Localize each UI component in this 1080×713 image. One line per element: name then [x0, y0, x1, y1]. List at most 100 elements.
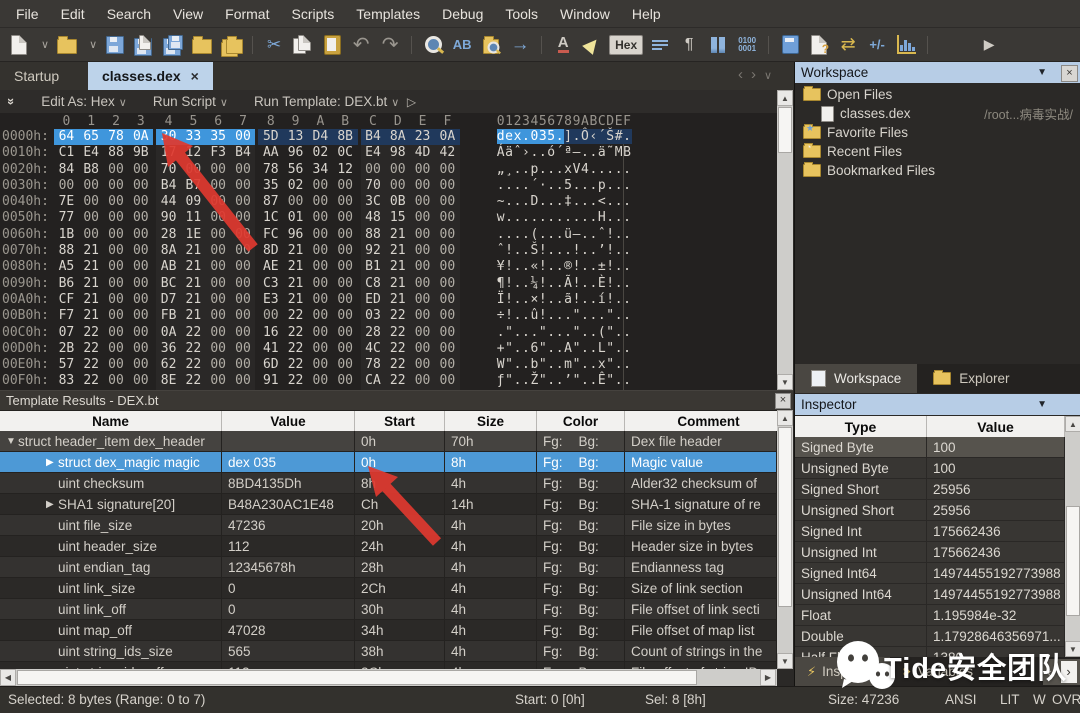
hex-byte[interactable]: 00	[333, 227, 358, 243]
hex-byte[interactable]: 00	[434, 243, 460, 260]
hex-byte[interactable]: 00	[128, 373, 153, 389]
panel-nav-controls[interactable]: ‹ ›	[1043, 659, 1080, 685]
hex-byte[interactable]: B4	[156, 177, 181, 195]
calculator-button[interactable]	[779, 34, 801, 56]
histogram-button[interactable]	[895, 34, 917, 56]
template-row[interactable]: uint string_ids_size 565 38h 4h Fg: Bg: Count …	[0, 641, 777, 662]
inspector-vscroll-thumb[interactable]	[1066, 506, 1080, 616]
hex-byte[interactable]: CF	[54, 292, 79, 308]
highlight-button[interactable]	[581, 34, 603, 56]
template-row[interactable]: ▼ struct header_item dex_header 0h 70h Fg: Bg…	[0, 431, 777, 452]
template-row[interactable]: ▶ struct dex_magic magic dex 035 0h 8h Fg: Bg:…	[0, 452, 777, 473]
hex-byte[interactable]: 0C	[333, 145, 358, 161]
hex-byte[interactable]: 00	[230, 177, 256, 195]
hex-byte[interactable]: 00	[128, 210, 153, 226]
tab-inspector[interactable]: ⚡ Inspector	[795, 657, 890, 686]
hex-row[interactable]: 00E0h: 57 22 00 00 62 22 00 00 6D 22 00 00 78 22 00 00 W"…	[0, 357, 631, 374]
workspace-item-recent-files[interactable]: ◔ Recent Files	[795, 142, 1080, 161]
hex-byte[interactable]: 00	[308, 341, 333, 357]
hex-row[interactable]: 00F0h: 83 22 00 00 8E 22 00 00 91 22 00 00 CA 22 00 00 ƒ"…	[0, 373, 631, 390]
hex-byte[interactable]: 0A	[434, 129, 460, 146]
template-vscrollbar[interactable]: ▲ ▼	[777, 410, 793, 669]
scroll-left-icon[interactable]: ◀	[0, 669, 16, 686]
hex-byte[interactable]: 6D	[258, 357, 283, 373]
hex-byte[interactable]: AE	[258, 259, 283, 275]
hex-byte[interactable]: 28	[156, 226, 181, 244]
hex-row[interactable]: 0000h: 64 65 78 0A 30 33 35 00 5D 13 D4 8B B4 8A 23 0A de…	[0, 129, 632, 146]
hex-byte[interactable]: 35	[205, 129, 231, 146]
hex-byte[interactable]: E4	[79, 145, 104, 161]
find-button[interactable]	[422, 34, 444, 56]
hex-byte[interactable]: 00	[308, 243, 333, 259]
template-col-color[interactable]: Color	[537, 411, 625, 432]
inspector-row[interactable]: Signed Int64 14974455192773988	[795, 563, 1065, 584]
menu-help[interactable]: Help	[622, 3, 671, 25]
hex-byte[interactable]: 00	[434, 259, 460, 276]
hex-byte[interactable]: 22	[180, 324, 206, 341]
hex-byte[interactable]: 34	[308, 162, 333, 178]
hex-byte[interactable]: 00	[104, 325, 129, 341]
hex-byte[interactable]: 00	[230, 324, 256, 341]
hex-byte[interactable]: 02	[308, 145, 333, 161]
hex-byte[interactable]: 00	[104, 194, 129, 210]
menu-tools[interactable]: Tools	[495, 3, 548, 25]
hex-row[interactable]: 0010h: C1 E4 88 9B 17 12 F3 B4 AA 96 02 0C E4 98 4D 42 Áä…	[0, 145, 631, 162]
template-col-start[interactable]: Start	[355, 411, 445, 432]
hex-byte[interactable]: 22	[385, 373, 411, 390]
hex-byte[interactable]: 21	[79, 308, 104, 324]
hex-mode-toggle[interactable]: Hex	[609, 34, 644, 56]
hex-byte[interactable]: 00	[230, 243, 256, 260]
hex-grid[interactable]: 0000h: 64 65 78 0A 30 33 35 00 5D 13 D4 8B B4 8A 23 0A de…	[0, 129, 632, 390]
hex-row[interactable]: 00D0h: 2B 22 00 00 36 22 00 00 41 22 00 00 4C 22 00 00 +"…	[0, 340, 631, 358]
template-cell-color[interactable]: Fg: Bg:	[537, 641, 625, 662]
inspector-row[interactable]: Unsigned Byte 100	[795, 458, 1065, 479]
hex-byte[interactable]: 00	[128, 292, 153, 308]
hex-byte[interactable]: 56	[283, 162, 308, 178]
hex-byte[interactable]: 22	[79, 325, 104, 341]
hex-byte[interactable]: 00	[230, 210, 256, 227]
hex-byte[interactable]: 77	[54, 210, 79, 226]
template-row[interactable]: uint map_off 47028 34h 4h Fg: Bg: File offset …	[0, 620, 777, 641]
hex-byte[interactable]: 00	[434, 373, 460, 390]
hex-byte[interactable]: 00	[230, 226, 256, 244]
template-cell-color[interactable]: Fg: Bg:	[537, 599, 625, 620]
hex-byte[interactable]: 00	[104, 259, 129, 275]
hex-ascii-text[interactable]: ˆ!..Š!...!..’!..	[497, 243, 631, 260]
hex-byte[interactable]: 22	[180, 357, 206, 374]
hex-byte[interactable]: 00	[333, 210, 358, 226]
hex-byte[interactable]: 22	[283, 341, 308, 357]
scroll-down-icon[interactable]: ▼	[1065, 641, 1080, 657]
hex-row[interactable]: 00B0h: F7 21 00 00 FB 21 00 00 00 22 00 00 03 22 00 00 ÷!…	[0, 308, 631, 325]
hex-byte[interactable]: 00	[205, 340, 231, 358]
hex-byte[interactable]: 00	[308, 308, 333, 324]
template-cell-color[interactable]: Fg: Bg:	[537, 536, 625, 557]
word-wrap-button[interactable]	[649, 34, 671, 56]
hex-byte[interactable]: D4	[307, 129, 333, 146]
hex-byte[interactable]: E3	[258, 292, 283, 308]
hex-byte[interactable]: 21	[180, 243, 206, 260]
hex-byte[interactable]: 00	[128, 162, 153, 178]
hex-byte[interactable]: 88	[104, 145, 129, 161]
status-overwrite[interactable]: OVR	[1052, 692, 1080, 707]
hex-byte[interactable]: 21	[283, 243, 308, 259]
hex-byte[interactable]: 00	[128, 259, 153, 275]
hex-byte[interactable]: 12	[180, 145, 206, 162]
hex-byte[interactable]: 8D	[258, 243, 283, 259]
inspector-col-type[interactable]: Type	[795, 416, 927, 437]
columns-button[interactable]	[707, 34, 729, 56]
hex-byte[interactable]: 00	[308, 259, 333, 275]
hex-byte[interactable]: C8	[360, 275, 386, 292]
hex-byte[interactable]: D7	[156, 291, 181, 309]
hex-byte[interactable]: 15	[385, 210, 411, 227]
template-cell-color[interactable]: Fg: Bg:	[537, 578, 625, 599]
hex-byte[interactable]: 01	[283, 210, 308, 226]
font-button[interactable]: A	[552, 34, 574, 56]
hex-vscrollbar[interactable]: ▲ ▼	[777, 90, 793, 390]
hex-byte[interactable]: 00	[128, 276, 153, 292]
hex-byte[interactable]: 84	[54, 162, 79, 178]
hex-byte[interactable]: 00	[104, 178, 129, 194]
new-dropdown-icon[interactable]: ∨	[41, 38, 49, 51]
paste-button[interactable]	[321, 34, 343, 56]
hex-byte[interactable]: 00	[360, 161, 386, 178]
hex-byte[interactable]: 00	[410, 373, 435, 390]
